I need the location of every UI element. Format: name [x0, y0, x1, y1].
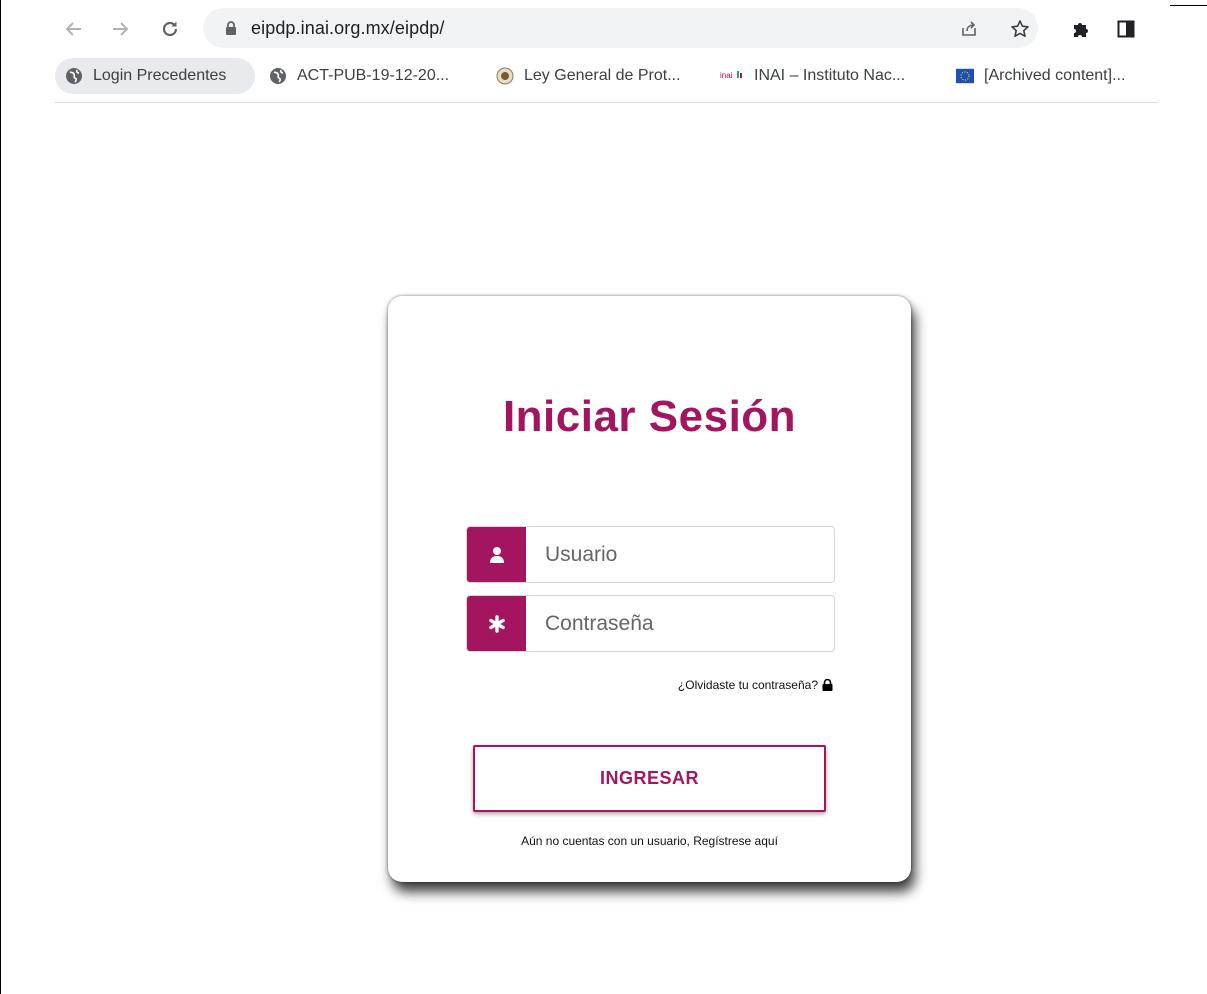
forgot-password-text: ¿Olvidaste tu contraseña? — [677, 678, 818, 692]
asterisk-icon — [488, 614, 505, 633]
user-icon — [489, 546, 504, 563]
bookmark-label: [Archived content]... — [984, 67, 1126, 84]
extensions-button[interactable] — [1069, 17, 1093, 41]
back-button[interactable] — [62, 17, 86, 41]
bookmark-label: Ley General de Prot... — [524, 67, 681, 84]
bookmark-label: ACT-PUB-19-12-20... — [297, 67, 450, 84]
side-panel-icon — [1117, 20, 1135, 38]
mexico-seal-icon — [496, 67, 514, 85]
globe-icon — [65, 67, 83, 85]
bookmark-label: Login Precedentes — [93, 67, 227, 84]
bookmark-archived-content[interactable]: [Archived content]... — [956, 58, 1125, 94]
share-icon — [962, 21, 976, 36]
password-input[interactable] — [545, 596, 825, 651]
bookmark-label: INAI – Instituto Nac... — [754, 67, 906, 84]
padlock-icon — [822, 679, 833, 691]
star-icon — [1011, 20, 1029, 37]
url-text[interactable]: eipdp.inai.org.mx/eipdp/ — [251, 18, 445, 39]
reload-button[interactable] — [158, 17, 182, 41]
reload-icon — [162, 21, 178, 37]
side-panel-button[interactable] — [1114, 17, 1138, 41]
address-bar[interactable]: eipdp.inai.org.mx/eipdp/ — [203, 8, 1038, 48]
window-border-top — [1170, 5, 1207, 6]
username-field[interactable] — [466, 526, 835, 583]
bookmark-act-pub[interactable]: ACT-PUB-19-12-20... — [269, 58, 449, 94]
bookmark-inai[interactable]: inai INAI – Instituto Nac... — [720, 58, 905, 94]
share-button[interactable] — [957, 17, 981, 41]
forgot-password-link[interactable]: ¿Olvidaste tu contraseña? — [678, 678, 833, 692]
login-card: Iniciar Sesión ¿Olvidaste tu contraseña?… — [388, 296, 911, 882]
username-addon — [467, 527, 526, 582]
bookmark-login-precedentes[interactable]: Login Precedentes — [55, 58, 255, 94]
arrow-left-icon — [65, 22, 81, 36]
bookmark-star-button[interactable] — [1008, 17, 1032, 41]
username-input[interactable] — [545, 527, 825, 582]
login-button[interactable]: INGRESAR — [473, 745, 826, 812]
eu-flag-icon — [956, 67, 974, 85]
bookmark-ley-general[interactable]: Ley General de Prot... — [496, 58, 681, 94]
arrow-right-icon — [113, 22, 129, 36]
bookmarks-bar: Login Precedentes ACT-PUB-19-12-20... Le… — [55, 58, 1165, 94]
register-link[interactable]: Aún no cuentas con un usuario, Regístres… — [388, 834, 911, 848]
globe-icon — [269, 67, 287, 85]
svg-text:inai: inai — [720, 71, 733, 80]
inai-logo-icon: inai — [720, 67, 744, 85]
forward-button[interactable] — [108, 17, 132, 41]
bookmarks-divider — [55, 102, 1158, 103]
password-field[interactable] — [466, 595, 835, 652]
password-addon — [467, 596, 526, 651]
lock-icon — [226, 21, 236, 35]
window-border-left — [0, 0, 1, 994]
page-title: Iniciar Sesión — [502, 392, 797, 441]
puzzle-icon — [1074, 23, 1088, 37]
